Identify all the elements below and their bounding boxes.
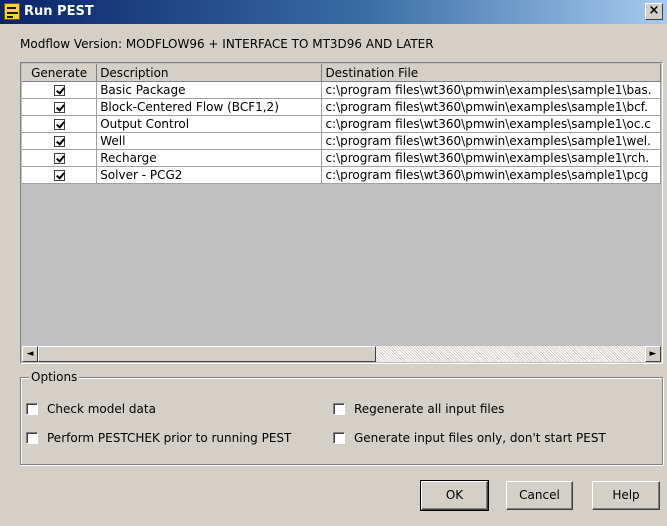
table-row[interactable]: Well c:\program files\wt360\pmwin\example… — [22, 132, 661, 150]
packages-grid: Generate Description Destination File Ba… — [20, 62, 663, 364]
generate-checkbox[interactable] — [53, 170, 65, 181]
description-cell[interactable]: Output Control — [96, 115, 323, 133]
cancel-button[interactable]: Cancel — [506, 481, 573, 510]
regenerate-all-checkbox[interactable] — [333, 403, 345, 415]
table-row[interactable]: Solver - PCG2 c:\program files\wt360\pmwi… — [22, 166, 661, 184]
packages-table: Generate Description Destination File Ba… — [22, 64, 661, 184]
scroll-left-icon[interactable]: ◄ — [22, 346, 38, 362]
generate-cell[interactable] — [22, 81, 98, 99]
title-bar[interactable]: Run PEST × — [0, 0, 667, 24]
modflow-version-label: Modflow Version: MODFLOW96 + INTERFACE T… — [20, 37, 434, 51]
table-row[interactable]: Block-Centered Flow (BCF1,2) c:\program f… — [22, 98, 661, 116]
destination-file-cell[interactable]: c:\program files\wt360\pmwin\examples\sa… — [321, 166, 661, 184]
description-cell[interactable]: Recharge — [96, 149, 323, 167]
generate-checkbox[interactable] — [53, 102, 65, 113]
generate-only-label: Generate input files only, don't start P… — [354, 431, 606, 445]
table-row[interactable]: Basic Package c:\program files\wt360\pmwi… — [22, 81, 661, 99]
perform-pestchek-label: Perform PESTCHEK prior to running PEST — [47, 431, 292, 445]
check-model-data-option[interactable]: Check model data — [26, 402, 156, 416]
regenerate-all-label: Regenerate all input files — [354, 402, 505, 416]
generate-cell[interactable] — [22, 98, 98, 116]
perform-pestchek-checkbox[interactable] — [26, 432, 38, 444]
options-legend: Options — [29, 370, 80, 384]
generate-checkbox[interactable] — [53, 153, 65, 164]
generate-checkbox[interactable] — [53, 119, 65, 130]
horizontal-scrollbar[interactable]: ◄ ► — [22, 346, 661, 362]
scroll-right-icon[interactable]: ► — [645, 346, 661, 362]
check-model-data-checkbox[interactable] — [26, 403, 38, 415]
regenerate-all-option[interactable]: Regenerate all input files — [333, 402, 504, 416]
description-cell[interactable]: Well — [96, 132, 323, 150]
description-cell[interactable]: Basic Package — [96, 81, 323, 99]
generate-cell[interactable] — [22, 166, 98, 184]
generate-checkbox[interactable] — [53, 85, 65, 96]
description-cell[interactable]: Solver - PCG2 — [96, 166, 323, 184]
scrollbar-thumb[interactable] — [38, 346, 376, 362]
header-destination-file[interactable]: Destination File — [321, 64, 661, 82]
destination-file-cell[interactable]: c:\program files\wt360\pmwin\examples\sa… — [321, 132, 661, 150]
table-row[interactable]: Recharge c:\program files\wt360\pmwin\exa… — [22, 149, 661, 167]
description-cell[interactable]: Block-Centered Flow (BCF1,2) — [96, 98, 323, 116]
perform-pestchek-option[interactable]: Perform PESTCHEK prior to running PEST — [26, 431, 291, 445]
table-header-row: Generate Description Destination File — [22, 64, 661, 82]
close-button[interactable]: × — [645, 3, 663, 20]
ok-button[interactable]: OK — [420, 480, 489, 511]
destination-file-cell[interactable]: c:\program files\wt360\pmwin\examples\sa… — [321, 81, 661, 99]
header-generate[interactable]: Generate — [22, 64, 98, 82]
generate-cell[interactable] — [22, 115, 98, 133]
header-description[interactable]: Description — [96, 64, 323, 82]
check-model-data-label: Check model data — [47, 402, 156, 416]
run-pest-dialog: Run PEST × Modflow Version: MODFLOW96 + … — [0, 0, 667, 526]
destination-file-cell[interactable]: c:\program files\wt360\pmwin\examples\sa… — [321, 115, 661, 133]
pest-app-icon — [4, 3, 20, 20]
generate-cell[interactable] — [22, 132, 98, 150]
generate-only-checkbox[interactable] — [333, 432, 345, 444]
options-group: Options Check model data Perform PESTCHE… — [20, 370, 663, 465]
window-title: Run PEST — [24, 4, 94, 19]
destination-file-cell[interactable]: c:\program files\wt360\pmwin\examples\sa… — [321, 98, 661, 116]
table-row[interactable]: Output Control c:\program files\wt360\pmw… — [22, 115, 661, 133]
destination-file-cell[interactable]: c:\program files\wt360\pmwin\examples\sa… — [321, 149, 661, 167]
generate-cell[interactable] — [22, 149, 98, 167]
generate-checkbox[interactable] — [53, 136, 65, 147]
help-button[interactable]: Help — [592, 481, 660, 510]
generate-only-option[interactable]: Generate input files only, don't start P… — [333, 431, 606, 445]
